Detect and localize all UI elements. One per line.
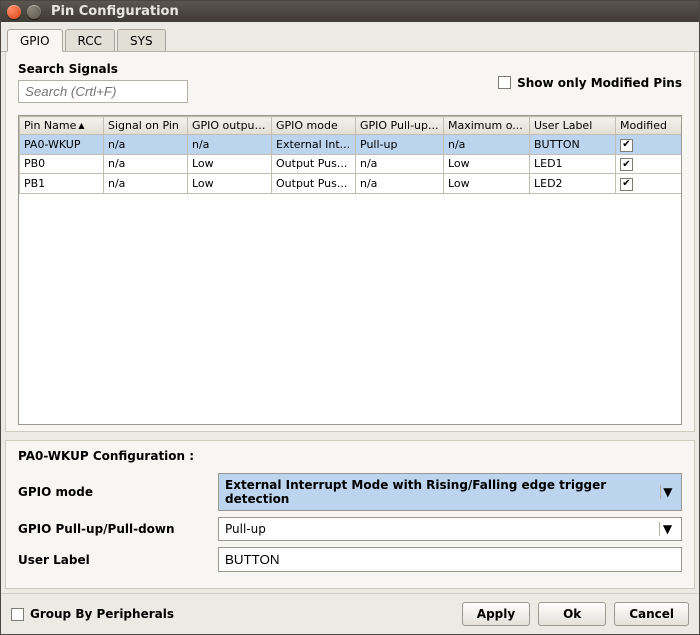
table-cell: Pull-up [356,135,444,155]
table-cell: Output Pus... [272,174,356,194]
gpio-mode-row: GPIO mode External Interrupt Mode with R… [18,473,682,511]
search-left: Search Signals [18,62,188,103]
table-cell: n/a [444,135,530,155]
table-cell: PA0-WKUP [20,135,104,155]
user-label-input[interactable] [218,547,682,572]
apply-button[interactable]: Apply [462,602,530,626]
content: GPIORCCSYS Search Signals Show only Modi… [1,22,699,634]
table-cell: Output Pus... [272,154,356,174]
table-row[interactable]: PB1n/aLowOutput Pus...n/aLowLED2 [20,174,683,194]
config-title: PA0-WKUP Configuration : [18,449,682,463]
col-header[interactable]: Modified [616,117,683,135]
gpio-pull-combo[interactable]: Pull-up ▼ [218,517,682,541]
chevron-down-icon: ▼ [660,485,675,499]
upper-panel: Search Signals Show only Modified Pins P… [5,52,695,432]
col-header[interactable]: GPIO Pull-up... [356,117,444,135]
table-cell: n/a [104,174,188,194]
modified-cell[interactable] [616,174,683,194]
gpio-pull-value: Pull-up [225,522,266,536]
tab-sys[interactable]: SYS [117,29,166,51]
table-cell: BUTTON [530,135,616,155]
titlebar: Pin Configuration [1,1,699,22]
modified-checkbox[interactable] [620,178,633,191]
table-cell: Low [188,174,272,194]
group-by-checkbox[interactable] [11,608,24,621]
bottom-bar: Group By Peripherals Apply Ok Cancel [1,593,699,634]
show-only-modified-label: Show only Modified Pins [517,76,682,90]
table-cell: n/a [188,135,272,155]
group-by-peripherals[interactable]: Group By Peripherals [11,607,174,621]
table-cell: PB0 [20,154,104,174]
ok-button[interactable]: Ok [538,602,606,626]
modified-checkbox[interactable] [620,158,633,171]
table-cell: n/a [104,135,188,155]
search-input[interactable] [18,80,188,103]
col-header[interactable]: Pin Name▲ [20,117,104,135]
chevron-down-icon: ▼ [659,522,675,536]
tabstrip: GPIORCCSYS [1,22,699,52]
group-by-label: Group By Peripherals [30,607,174,621]
gpio-pull-row: GPIO Pull-up/Pull-down Pull-up ▼ [18,517,682,541]
modified-checkbox[interactable] [620,139,633,152]
pin-grid: Pin Name▲Signal on PinGPIO output...GPIO… [19,116,682,194]
search-label: Search Signals [18,62,188,76]
config-panel: PA0-WKUP Configuration : GPIO mode Exter… [5,440,695,589]
modified-cell[interactable] [616,154,683,174]
table-header-row: Pin Name▲Signal on PinGPIO output...GPIO… [20,117,683,135]
col-header[interactable]: User Label [530,117,616,135]
show-only-modified-checkbox[interactable] [498,76,511,89]
search-row: Search Signals Show only Modified Pins [18,62,682,103]
user-label-label: User Label [18,553,218,567]
gpio-mode-combo[interactable]: External Interrupt Mode with Rising/Fall… [218,473,682,511]
col-header[interactable]: Maximum o... [444,117,530,135]
table-cell: External Int... [272,135,356,155]
table-cell: n/a [356,174,444,194]
modified-cell[interactable] [616,135,683,155]
table-row[interactable]: PA0-WKUPn/an/aExternal Int...Pull-upn/aB… [20,135,683,155]
cancel-button[interactable]: Cancel [614,602,689,626]
col-header[interactable]: Signal on Pin [104,117,188,135]
button-row: Apply Ok Cancel [462,602,689,626]
table-cell: LED1 [530,154,616,174]
table-cell: PB1 [20,174,104,194]
col-header[interactable]: GPIO output... [188,117,272,135]
table-cell: Low [188,154,272,174]
gpio-pull-label: GPIO Pull-up/Pull-down [18,522,218,536]
tab-rcc[interactable]: RCC [65,29,116,51]
table-cell: Low [444,154,530,174]
table-row[interactable]: PB0n/aLowOutput Pus...n/aLowLED1 [20,154,683,174]
show-only-modified[interactable]: Show only Modified Pins [498,76,682,90]
sort-asc-icon: ▲ [78,121,84,130]
table-cell: Low [444,174,530,194]
window-title: Pin Configuration [51,4,179,19]
window: Pin Configuration GPIORCCSYS Search Sign… [0,0,700,635]
gpio-mode-value: External Interrupt Mode with Rising/Fall… [225,478,654,506]
col-header[interactable]: GPIO mode [272,117,356,135]
tab-gpio[interactable]: GPIO [7,29,63,52]
close-icon[interactable] [7,5,21,19]
user-label-row: User Label [18,547,682,572]
pin-table: Pin Name▲Signal on PinGPIO output...GPIO… [18,115,682,425]
table-cell: LED2 [530,174,616,194]
table-cell: n/a [356,154,444,174]
table-cell: n/a [104,154,188,174]
gpio-mode-label: GPIO mode [18,485,218,499]
minimize-icon[interactable] [27,5,41,19]
